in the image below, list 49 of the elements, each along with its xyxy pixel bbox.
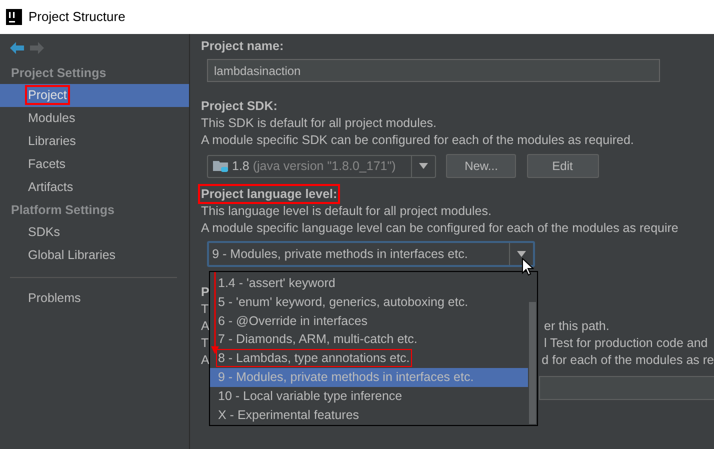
- forward-arrow-icon[interactable]: [30, 42, 44, 54]
- sidebar-item[interactable]: Problems: [0, 287, 189, 310]
- sidebar-item[interactable]: SDKs: [0, 221, 189, 244]
- partial-text: T: [201, 336, 209, 350]
- partial-text: P: [201, 285, 210, 299]
- section-header: Project Settings: [10, 65, 108, 82]
- sidebar-item[interactable]: Artifacts: [0, 176, 189, 199]
- field-label: Project language level:: [201, 187, 338, 201]
- sidebar-item[interactable]: Project: [0, 84, 189, 107]
- description-text: A module specific SDK can be configured for each of the modules as required.: [201, 132, 635, 149]
- sdk-combobox[interactable]: 1.8 (java version "1.8.0_171"): [207, 154, 436, 178]
- sidebar-item[interactable]: Modules: [0, 107, 189, 130]
- field-label: Project name:: [201, 38, 285, 55]
- dialog-button[interactable]: New...: [446, 154, 516, 178]
- sidebar-item[interactable]: Libraries: [0, 130, 189, 153]
- partial-text: A: [201, 353, 210, 367]
- section-header: Platform Settings: [10, 202, 116, 219]
- text-field[interactable]: [539, 376, 714, 400]
- caret-icon: [419, 163, 428, 169]
- dropdown-option[interactable]: 6 - @Override in interfaces: [210, 312, 528, 330]
- partial-text: A: [201, 319, 210, 333]
- language-level-combobox[interactable]: 9 - Modules, private methods in interfaces etc.: [207, 241, 535, 267]
- back-arrow-icon[interactable]: [10, 42, 24, 54]
- sidebar-item[interactable]: Facets: [0, 153, 189, 176]
- project-name-field[interactable]: lambdasinaction: [207, 59, 660, 82]
- description-text: This language level is default for all project modules.: [201, 203, 492, 220]
- sdk-value: 1.8 (java version "1.8.0_171"): [232, 158, 397, 175]
- highlight-box: Project: [28, 88, 67, 102]
- description-text: A module specific language level can be configured for each of the modules as require: [201, 220, 680, 237]
- partial-text: T: [201, 302, 209, 316]
- folder-icon: [213, 159, 229, 173]
- partial-text: er this path.: [544, 318, 610, 335]
- sidebar-item[interactable]: Global Libraries: [0, 244, 189, 267]
- dialog-button[interactable]: Edit: [526, 154, 598, 178]
- dropdown-option[interactable]: X - Experimental features: [210, 406, 528, 424]
- dropdown-option[interactable]: 8 - Lambdas, type annotations etc.: [210, 349, 528, 368]
- dropdown-option[interactable]: 5 - 'enum' keyword, generics, autoboxing etc.: [210, 292, 528, 312]
- caret-icon: [517, 251, 526, 257]
- dropdown-option[interactable]: 1.4 - 'assert' keyword: [210, 274, 528, 293]
- highlight-box: 8 - Lambdas, type annotations etc.: [218, 351, 410, 366]
- dropdown-option[interactable]: 7 - Diamonds, ARM, multi-catch etc.: [210, 330, 528, 350]
- partial-text: l Test for production code and: [544, 335, 708, 352]
- partial-text: d for each of the modules as re: [542, 352, 714, 369]
- app-logo-icon: [6, 9, 22, 25]
- scrollbar-thumb[interactable]: [529, 302, 536, 424]
- window-title: Project Structure: [28, 8, 126, 26]
- dropdown-option[interactable]: 10 - Local variable type inference: [210, 386, 528, 406]
- description-text: This SDK is default for all project modules.: [201, 115, 438, 132]
- field-label: Project SDK:: [201, 98, 278, 115]
